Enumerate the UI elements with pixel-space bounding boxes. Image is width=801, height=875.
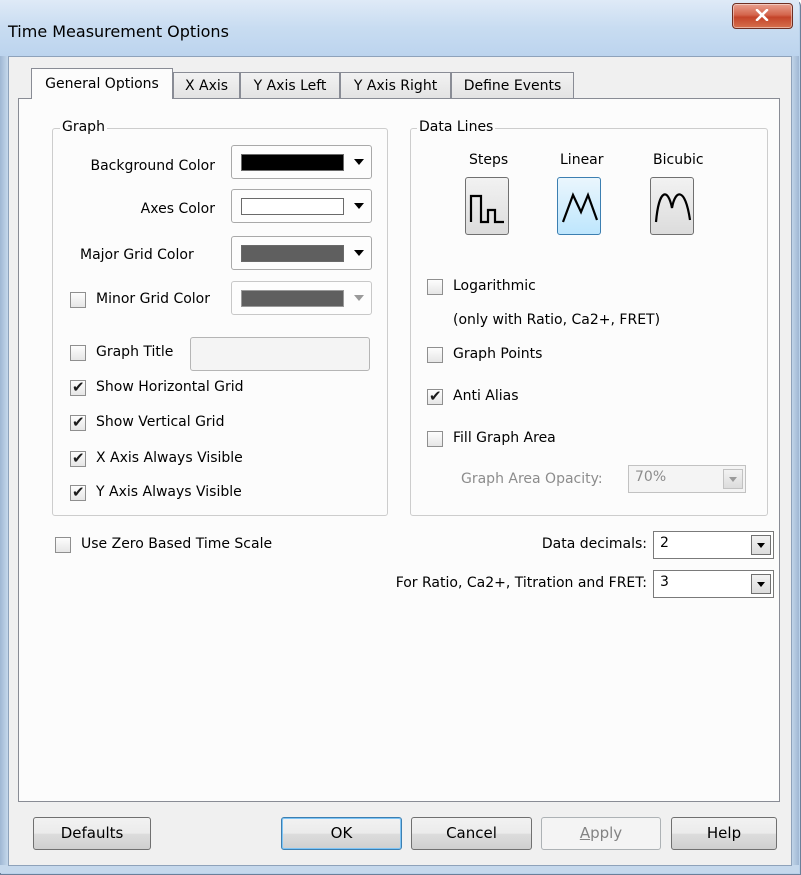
checkmark-icon: ✔	[72, 378, 85, 396]
chevron-down-icon	[757, 543, 765, 548]
linear-label: Linear	[560, 152, 604, 168]
checkmark-icon: ✔	[429, 387, 442, 405]
fill-graph-area-checkbox[interactable]	[427, 431, 443, 447]
linear-style-button[interactable]	[557, 177, 601, 235]
bicubic-label: Bicubic	[653, 152, 704, 168]
background-color-picker[interactable]	[231, 145, 372, 179]
apply-button[interactable]: Apply	[541, 817, 661, 850]
y-axis-visible-label: Y Axis Always Visible	[96, 484, 242, 500]
axes-color-picker[interactable]	[231, 189, 372, 223]
y-axis-visible-checkbox[interactable]: ✔	[70, 483, 86, 501]
graph-title-checkbox[interactable]	[70, 345, 86, 361]
minor-grid-color-checkbox[interactable]	[70, 292, 86, 308]
x-axis-visible-checkbox[interactable]: ✔	[70, 449, 86, 467]
tab-general-options[interactable]: General Options	[31, 68, 173, 99]
logarithmic-label: Logarithmic	[453, 278, 536, 294]
fill-graph-area-label: Fill Graph Area	[453, 430, 556, 446]
show-horizontal-grid-checkbox[interactable]: ✔	[70, 378, 86, 396]
axes-color-label: Axes Color	[140, 201, 215, 217]
steps-line-icon	[469, 194, 504, 224]
logarithmic-note: (only with Ratio, Ca2+, FRET)	[453, 312, 661, 328]
tab-define-events[interactable]: Define Events	[451, 72, 574, 98]
background-color-swatch	[241, 154, 344, 171]
axes-color-swatch	[241, 198, 344, 215]
ratio-decimals-dropdown-button[interactable]	[751, 574, 771, 594]
show-vertical-grid-label: Show Vertical Grid	[96, 414, 225, 430]
background-color-label: Background Color	[90, 158, 215, 174]
graph-title-label: Graph Title	[96, 344, 174, 360]
window-border-left	[0, 56, 8, 873]
window-title: Time Measurement Options	[8, 22, 229, 41]
anti-alias-label: Anti Alias	[453, 388, 519, 404]
ok-button[interactable]: OK	[281, 817, 402, 850]
chevron-down-icon	[354, 295, 364, 301]
major-grid-color-swatch	[241, 245, 344, 262]
graph-area-opacity-label: Graph Area Opacity:	[461, 471, 603, 487]
data-decimals-dropdown-button[interactable]	[751, 535, 771, 555]
apply-label-rest: pply	[590, 824, 623, 842]
major-grid-color-picker[interactable]	[231, 236, 372, 270]
tab-y-axis-right[interactable]: Y Axis Right	[340, 72, 451, 98]
window-border-bottom	[0, 865, 799, 873]
help-button[interactable]: Help	[671, 817, 777, 850]
graph-title-input[interactable]	[190, 337, 370, 371]
data-lines-group-label: Data Lines	[417, 119, 496, 135]
show-horizontal-grid-label: Show Horizontal Grid	[96, 379, 244, 395]
chevron-down-icon	[354, 159, 364, 165]
chevron-down-icon	[757, 582, 765, 587]
window-border-right	[791, 56, 799, 873]
major-grid-color-label: Major Grid Color	[80, 247, 194, 263]
bicubic-line-icon	[654, 193, 692, 223]
data-decimals-label: Data decimals:	[541, 536, 647, 552]
minor-grid-color-picker[interactable]	[231, 281, 372, 315]
logarithmic-checkbox[interactable]	[427, 279, 443, 295]
graph-points-label: Graph Points	[453, 346, 543, 362]
cancel-button[interactable]: Cancel	[411, 817, 532, 850]
ratio-decimals-value: 3	[660, 574, 669, 590]
chevron-down-icon	[729, 477, 737, 482]
close-icon	[755, 9, 769, 21]
bicubic-style-button[interactable]	[650, 177, 694, 235]
zero-based-time-scale-label: Use Zero Based Time Scale	[81, 536, 273, 552]
defaults-button[interactable]: Defaults	[33, 817, 151, 850]
ratio-decimals-select[interactable]: 3	[653, 570, 774, 598]
tab-x-axis[interactable]: X Axis	[173, 72, 240, 98]
close-button[interactable]	[732, 3, 793, 29]
checkmark-icon: ✔	[72, 449, 85, 467]
graph-area-opacity-value: 70%	[635, 469, 667, 485]
show-vertical-grid-checkbox[interactable]: ✔	[70, 413, 86, 431]
graph-points-checkbox[interactable]	[427, 347, 443, 363]
data-decimals-value: 2	[660, 535, 669, 551]
opacity-dropdown-button[interactable]	[723, 469, 743, 489]
minor-grid-color-swatch	[241, 290, 344, 307]
linear-line-icon	[561, 191, 599, 223]
ratio-decimals-label: For Ratio, Ca2+, Titration and FRET:	[395, 575, 647, 591]
checkmark-icon: ✔	[72, 483, 85, 501]
checkmark-icon: ✔	[72, 413, 85, 431]
steps-style-button[interactable]	[465, 177, 509, 235]
apply-mnemonic: A	[579, 824, 591, 842]
tab-y-axis-left[interactable]: Y Axis Left	[240, 72, 340, 98]
minor-grid-color-label: Minor Grid Color	[96, 291, 210, 307]
graph-group-label: Graph	[60, 119, 107, 135]
graph-area-opacity-select[interactable]: 70%	[628, 465, 746, 493]
data-decimals-select[interactable]: 2	[653, 531, 774, 559]
chevron-down-icon	[354, 250, 364, 256]
chevron-down-icon	[354, 203, 364, 209]
x-axis-visible-label: X Axis Always Visible	[96, 450, 243, 466]
anti-alias-checkbox[interactable]: ✔	[427, 387, 443, 405]
steps-label: Steps	[469, 152, 509, 168]
zero-based-time-scale-checkbox[interactable]	[55, 537, 71, 553]
